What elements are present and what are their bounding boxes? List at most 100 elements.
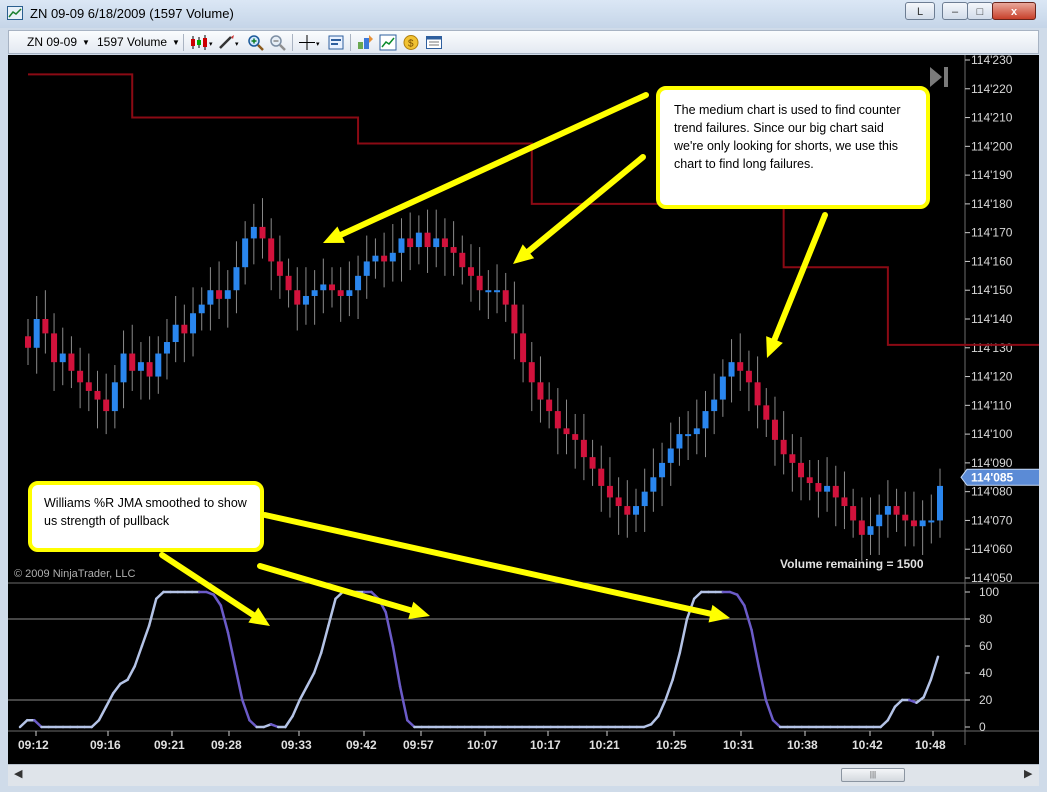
crosshair-icon[interactable]: ▾ xyxy=(298,34,322,51)
draw-pen-icon[interactable]: ▾ xyxy=(217,34,241,51)
indicator-segment xyxy=(664,678,674,702)
indicator-segment xyxy=(327,597,337,627)
time-tick-label: 09:42 xyxy=(346,738,377,752)
candle-body xyxy=(798,462,805,478)
price-tick-label: 114'140 xyxy=(971,312,1013,326)
price-tick-label: 114'190 xyxy=(971,168,1013,182)
indicator-segment xyxy=(879,719,890,729)
candle-body xyxy=(641,491,648,507)
candle-body xyxy=(207,290,214,305)
indicator-segment xyxy=(284,714,294,729)
price-tick-label: 114'170 xyxy=(971,226,1013,240)
svg-text:▾: ▾ xyxy=(316,41,320,48)
indicator-segment xyxy=(298,685,309,702)
candle-body xyxy=(259,226,266,239)
properties-icon[interactable] xyxy=(327,34,345,51)
candle-body xyxy=(276,261,283,276)
indicator-segment xyxy=(147,597,158,627)
candle-body xyxy=(163,342,170,354)
toolbar-separator xyxy=(350,34,351,51)
candle-body xyxy=(389,252,396,262)
indicator-segment xyxy=(111,682,122,695)
chart-window: ZN 09-09 6/18/2009 (1597 Volume) L – □ x… xyxy=(0,0,1047,792)
candlestick-style-icon[interactable]: ▾ xyxy=(189,34,213,51)
link-button[interactable]: L xyxy=(905,2,935,20)
time-tick-label: 09:21 xyxy=(154,738,185,752)
candle-body xyxy=(711,399,718,412)
candle-body xyxy=(407,238,414,248)
svg-text:▾: ▾ xyxy=(209,41,213,48)
svg-text:▾: ▾ xyxy=(235,41,239,48)
candle-body xyxy=(320,284,327,291)
time-tick-label: 10:42 xyxy=(852,738,883,752)
indicators-icon[interactable] xyxy=(379,34,397,51)
candle-body xyxy=(172,324,179,343)
candle-body xyxy=(337,290,344,296)
candle-body xyxy=(806,477,813,484)
candle-body xyxy=(476,275,483,291)
indicator-tick-label: 60 xyxy=(979,639,993,653)
chevron-down-icon[interactable]: ▼ xyxy=(172,38,180,47)
price-tick-label: 114'220 xyxy=(971,82,1013,96)
candle-body xyxy=(94,390,101,400)
price-tick-label: 114'070 xyxy=(971,513,1013,527)
scroll-right-icon[interactable]: ▶ xyxy=(1024,767,1032,780)
minimize-button[interactable]: – xyxy=(942,2,968,20)
price-tick-label: 114'160 xyxy=(971,254,1013,268)
zoom-in-icon[interactable] xyxy=(247,34,265,51)
candle-body xyxy=(511,304,518,334)
go-to-end-icon-bar xyxy=(944,67,948,87)
toolbar-separator xyxy=(183,34,184,51)
candle-body xyxy=(910,520,917,527)
indicator-segment xyxy=(757,665,768,702)
scroll-left-icon[interactable]: ◀ xyxy=(14,767,22,780)
candle-body xyxy=(190,313,197,334)
indicator-segment xyxy=(671,651,682,681)
instrument-selector[interactable]: ZN 09-09 xyxy=(27,35,77,49)
callout-arrow-head xyxy=(708,604,730,623)
candle-body xyxy=(250,226,257,239)
callout-text: Williams %R JMA smoothed to show us stre… xyxy=(44,496,247,528)
time-tick-label: 10:38 xyxy=(787,738,818,752)
candle-body xyxy=(615,497,622,507)
indicator-segment xyxy=(319,624,330,654)
indicator-segment xyxy=(33,719,43,729)
maximize-button[interactable]: □ xyxy=(967,2,993,20)
time-tick-label: 10:31 xyxy=(723,738,754,752)
candle-body xyxy=(685,434,692,437)
copyright-label: © 2009 NinjaTrader, LLC xyxy=(14,568,135,580)
interval-selector[interactable]: 1597 Volume xyxy=(97,35,167,49)
zoom-out-icon[interactable] xyxy=(269,34,287,51)
data-box-icon[interactable] xyxy=(425,34,443,51)
close-button[interactable]: x xyxy=(992,2,1036,20)
candle-body xyxy=(902,514,909,521)
candle-body xyxy=(242,238,249,268)
scroll-thumb[interactable]: ||| xyxy=(841,768,905,782)
candle-body xyxy=(120,353,127,383)
strategies-icon[interactable] xyxy=(356,34,374,51)
candle-body xyxy=(450,247,457,253)
candle-body xyxy=(841,497,848,507)
candle-body xyxy=(224,290,231,299)
candle-body xyxy=(928,520,935,523)
candle-body xyxy=(884,506,891,515)
candle-body xyxy=(42,319,49,334)
indicator-segment xyxy=(140,624,151,648)
candle-body xyxy=(667,448,674,463)
candle-body xyxy=(285,275,292,291)
callout-arrow-shaft xyxy=(262,512,714,617)
price-tick-label: 114'050 xyxy=(971,571,1013,585)
candle-body xyxy=(77,370,84,383)
indicator-segment xyxy=(90,719,101,729)
price-tick-label: 114'210 xyxy=(971,111,1013,125)
orders-icon[interactable]: $ xyxy=(402,34,420,51)
candle-body xyxy=(502,290,509,305)
title-bar[interactable]: ZN 09-09 6/18/2009 (1597 Volume) L – □ x xyxy=(0,0,1047,28)
price-tick-label: 114'130 xyxy=(971,341,1013,355)
chevron-down-icon[interactable]: ▼ xyxy=(82,38,90,47)
time-tick-label: 09:57 xyxy=(403,738,434,752)
candle-body xyxy=(363,261,370,276)
candle-body xyxy=(59,353,66,363)
horizontal-scrollbar[interactable]: ◀ ||| ▶ xyxy=(8,764,1039,786)
indicator-segment xyxy=(406,719,416,729)
